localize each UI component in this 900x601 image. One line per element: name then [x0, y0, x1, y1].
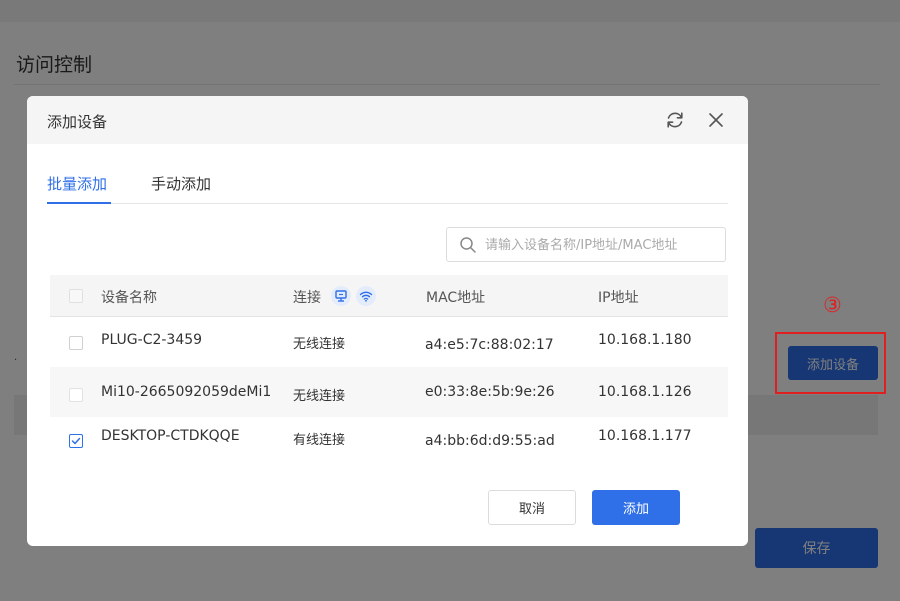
tab-manual-add[interactable]: 手动添加 — [151, 174, 211, 204]
header-mac-address: MAC地址 — [426, 290, 486, 306]
row-checkbox[interactable] — [69, 434, 83, 448]
row-checkbox[interactable] — [69, 336, 83, 350]
table-row[interactable]: DESKTOP-CTDKQQE 有线连接 a4:bb:6d:d9:55:ad 1… — [50, 417, 728, 467]
select-all-checkbox[interactable] — [69, 289, 83, 303]
close-icon[interactable] — [706, 110, 726, 130]
ip-address: 10.168.1.180 — [598, 332, 692, 348]
highlight-box — [775, 332, 886, 394]
search-input[interactable] — [485, 234, 715, 256]
mac-address: a4:e5:7c:88:02:17 — [425, 337, 554, 353]
connection-type: 无线连接 — [293, 337, 346, 352]
tab-batch-add[interactable]: 批量添加 — [47, 174, 107, 204]
check-icon — [71, 437, 81, 445]
confirm-add-button[interactable]: 添加 — [592, 490, 680, 525]
active-tab-indicator — [47, 202, 111, 204]
table-row[interactable]: PLUG-C2-3459 无线连接 a4:e5:7c:88:02:17 10.1… — [50, 317, 728, 367]
table-header: 设备名称 连接 MAC地址 IP地址 — [50, 275, 728, 317]
wifi-icon[interactable] — [356, 286, 376, 306]
ip-address: 10.168.1.177 — [598, 428, 692, 444]
dialog-header: 添加设备 — [27, 96, 748, 144]
device-name: PLUG-C2-3459 — [101, 332, 203, 348]
connection-type: 有线连接 — [293, 433, 346, 448]
header-device-name: 设备名称 — [101, 290, 157, 306]
connection-type: 无线连接 — [293, 389, 346, 404]
step-annotation: ③ — [823, 293, 842, 317]
add-device-dialog: 添加设备 批量添加 手动添加 请输入设备名称/IP地址/MAC地址 设备名称 连… — [27, 96, 748, 546]
tab-bar: 批量添加 手动添加 — [47, 174, 728, 204]
search-icon — [459, 236, 477, 254]
mac-address: e0:33:8e:5b:9e:26 — [425, 384, 555, 400]
row-checkbox[interactable] — [69, 388, 83, 402]
device-name: Mi10-2665092059deMi1 — [101, 384, 272, 400]
table-row[interactable]: Mi10-2665092059deMi1 无线连接 e0:33:8e:5b:9e… — [50, 367, 728, 417]
search-box — [446, 227, 726, 262]
ip-address: 10.168.1.126 — [598, 384, 692, 400]
header-connection: 连接 — [293, 290, 321, 306]
cancel-button[interactable]: 取消 — [488, 490, 576, 525]
header-ip-address: IP地址 — [598, 290, 639, 306]
mac-address: a4:bb:6d:d9:55:ad — [425, 433, 555, 449]
refresh-icon[interactable] — [664, 109, 686, 131]
ethernet-icon[interactable] — [331, 286, 351, 306]
dialog-title: 添加设备 — [47, 113, 108, 131]
device-name: DESKTOP-CTDKQQE — [101, 428, 240, 444]
